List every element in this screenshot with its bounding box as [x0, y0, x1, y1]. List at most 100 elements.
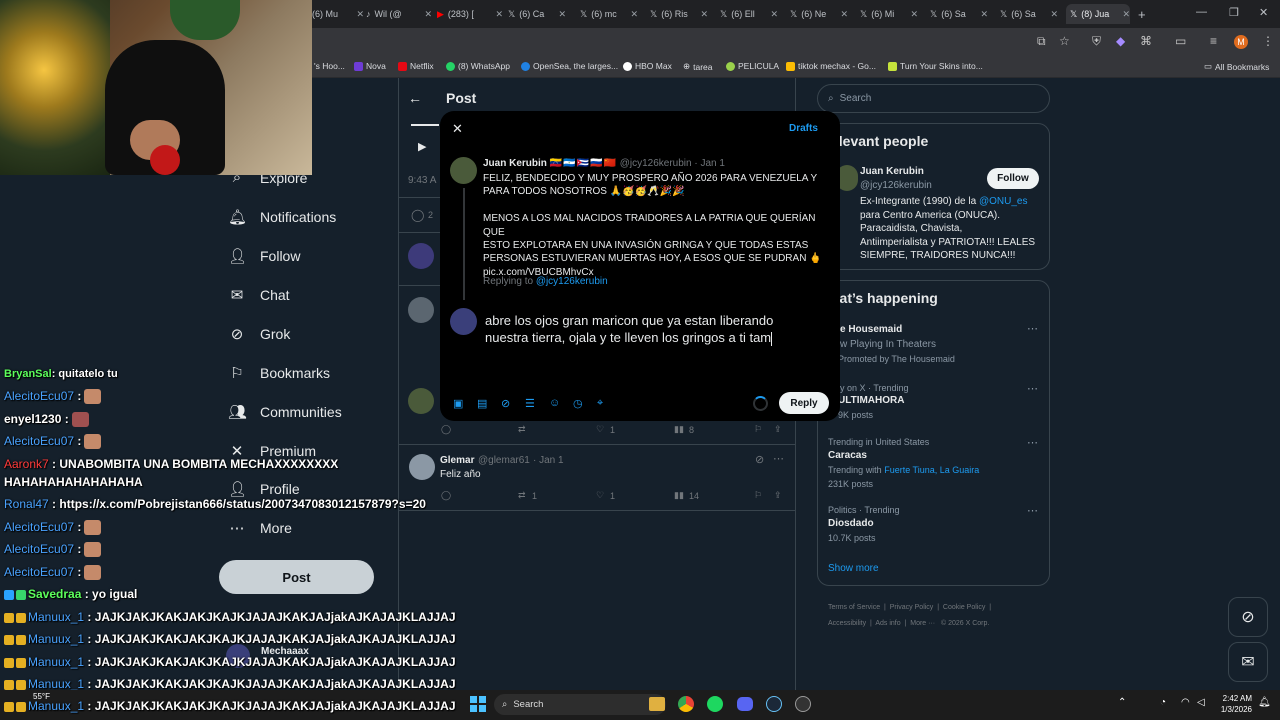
close-icon[interactable]: ✕: [840, 9, 848, 20]
share-icon[interactable]: ⇪: [774, 424, 782, 435]
grok-icon[interactable]: ⊘: [755, 453, 764, 466]
close-icon[interactable]: ✕: [452, 121, 463, 137]
footer-link[interactable]: Cookie Policy: [943, 604, 985, 611]
bookmark-item[interactable]: ⊕ tarea: [683, 61, 713, 72]
views-icon[interactable]: ▮▮: [674, 490, 684, 501]
grok-icon[interactable]: ⊘: [501, 397, 510, 410]
tweet-author-name[interactable]: Glemar: [440, 455, 474, 466]
messages-float-icon[interactable]: ✉: [1228, 642, 1268, 682]
bio-mention[interactable]: @ONU_es: [979, 196, 1028, 207]
close-icon[interactable]: ✕: [558, 9, 566, 20]
close-icon[interactable]: ✕: [770, 9, 778, 20]
avatar[interactable]: [450, 308, 477, 335]
more-icon[interactable]: ⋯: [1027, 436, 1038, 449]
chrome-icon[interactable]: [678, 696, 694, 712]
replying-to-handle[interactable]: @jcy126kerubin: [536, 276, 608, 287]
discord-icon[interactable]: [737, 697, 753, 711]
grok-float-icon[interactable]: ⊘: [1228, 597, 1268, 637]
reply-textarea[interactable]: abre los ojos gran maricon que ya estan …: [485, 312, 825, 346]
more-icon[interactable]: ⋯: [773, 452, 784, 465]
nav-more[interactable]: ⋯ More: [228, 519, 292, 537]
play-icon[interactable]: ▶: [418, 140, 426, 153]
close-icon[interactable]: ✕: [424, 9, 432, 20]
footer-link[interactable]: More ···: [910, 620, 935, 627]
kebab-menu-icon[interactable]: ⋮: [1262, 34, 1274, 48]
close-icon[interactable]: ✕: [630, 9, 638, 20]
menu-list-icon[interactable]: ≡: [1210, 34, 1217, 48]
volume-icon[interactable]: ◁: [1197, 697, 1205, 708]
browser-tab[interactable]: ♪ Wil (@ ✕: [366, 4, 432, 24]
more-icon[interactable]: ⋯: [1027, 504, 1038, 517]
close-icon[interactable]: ✕: [910, 9, 918, 20]
reply-icon[interactable]: ◯: [411, 208, 424, 222]
avatar[interactable]: [408, 388, 434, 414]
show-more-link[interactable]: Show more: [828, 563, 879, 574]
browser-tab-active[interactable]: 𝕏 (8) Jua ✕: [1066, 4, 1130, 24]
location-icon[interactable]: ⌖: [597, 397, 603, 410]
wifi-icon[interactable]: ◠: [1181, 697, 1190, 708]
more-icon[interactable]: ⋯: [1027, 382, 1038, 395]
avatar[interactable]: [409, 454, 435, 480]
like-icon[interactable]: ♡: [596, 490, 604, 501]
footer-link[interactable]: Privacy Policy: [890, 604, 934, 611]
person-name[interactable]: Juan Kerubin: [860, 166, 924, 177]
gif-icon[interactable]: ▤: [477, 397, 487, 410]
minimize-icon[interactable]: —: [1196, 6, 1207, 18]
nav-chat[interactable]: ✉ Chat: [228, 286, 290, 304]
browser-tab[interactable]: (6) Mu ✕: [312, 4, 364, 24]
footer-link[interactable]: Accessibility: [828, 620, 866, 627]
chevron-up-icon[interactable]: ⌃: [1118, 697, 1126, 708]
browser-tab[interactable]: 𝕏 (6) Ca ✕: [508, 4, 566, 24]
browser-tab[interactable]: ▶ (283) [✕: [437, 4, 503, 24]
nav-communities[interactable]: 👥︎ Communities: [228, 403, 342, 421]
windows-start-icon[interactable]: [470, 696, 486, 712]
close-icon[interactable]: ✕: [356, 9, 364, 20]
sidepanel-icon[interactable]: ▭: [1175, 34, 1186, 48]
bookmark-item[interactable]: 's Hoo...: [314, 61, 345, 71]
browser-tab[interactable]: 𝕏 (6) Ne ✕: [790, 4, 848, 24]
footer-link[interactable]: Ads info: [875, 620, 900, 627]
bookmark-icon[interactable]: ⚐: [754, 424, 762, 435]
bookmark-item[interactable]: Turn Your Skins into...: [888, 61, 983, 71]
profile-avatar-icon[interactable]: M: [1234, 35, 1248, 49]
avatar[interactable]: [408, 243, 434, 269]
restore-icon[interactable]: ❐: [1229, 6, 1239, 19]
tweet-handle[interactable]: @jcy126kerubin: [620, 158, 692, 169]
browser-tab[interactable]: 𝕏 (6) Ell ✕: [720, 4, 778, 24]
poll-icon[interactable]: ☰: [525, 397, 535, 410]
browser-tab[interactable]: 𝕏 (6) Ris ✕: [650, 4, 708, 24]
app-icon[interactable]: [795, 696, 811, 712]
notification-bell-icon[interactable]: 🔔︎: [1258, 697, 1271, 708]
nav-profile[interactable]: 👤︎ Profile: [228, 480, 300, 498]
bookmark-item[interactable]: OpenSea, the larges...: [521, 61, 618, 71]
nav-follow[interactable]: 👤︎ Follow: [228, 247, 300, 265]
browser-tab[interactable]: 𝕏 (6) Sa ✕: [1000, 4, 1058, 24]
emoji-icon[interactable]: ☺: [549, 397, 560, 409]
footer-link[interactable]: Terms of Service: [828, 604, 880, 611]
close-icon[interactable]: ✕: [495, 9, 503, 20]
taskbar-clock[interactable]: 2:42 AM 1/3/2026: [1216, 693, 1252, 715]
extension-icon[interactable]: ◆: [1116, 34, 1125, 48]
steam-icon[interactable]: [766, 696, 782, 712]
close-icon[interactable]: ✕: [700, 9, 708, 20]
nav-grok[interactable]: ⊘ Grok: [228, 325, 291, 343]
repost-icon[interactable]: ⇄: [518, 490, 526, 501]
network-icon[interactable]: ◔: [1160, 697, 1166, 708]
like-icon[interactable]: ♡: [596, 424, 604, 435]
bookmark-star-icon[interactable]: ☆: [1059, 34, 1070, 48]
all-bookmarks[interactable]: ▭ All Bookmarks: [1204, 61, 1269, 72]
close-icon[interactable]: ✕: [980, 9, 988, 20]
bookmark-item[interactable]: HBO Max: [623, 61, 672, 71]
bookmark-item[interactable]: tiktok mechax - Go...: [786, 61, 876, 71]
spotify-icon[interactable]: [707, 696, 723, 712]
cast-icon[interactable]: ⧉: [1037, 34, 1046, 49]
share-icon[interactable]: ⇪: [774, 490, 782, 501]
bookmark-icon[interactable]: ⚐: [754, 490, 762, 501]
follow-button[interactable]: Follow: [987, 168, 1039, 189]
bookmark-item[interactable]: Netflix: [398, 61, 434, 71]
bookmark-item[interactable]: PELICULA: [726, 61, 779, 71]
file-explorer-icon[interactable]: [649, 697, 665, 711]
tweet-author-name[interactable]: Juan Kerubin: [483, 158, 547, 169]
browser-tab[interactable]: 𝕏 (6) mc ✕: [580, 4, 638, 24]
search-input[interactable]: ⌕ Search: [817, 84, 1050, 113]
